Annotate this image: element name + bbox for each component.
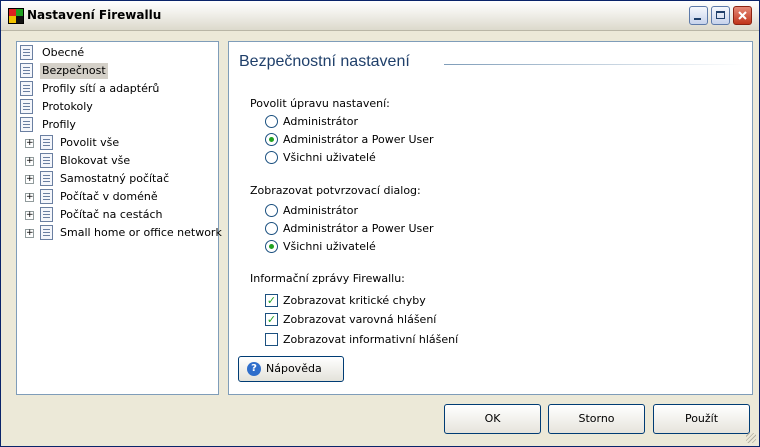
close-icon bbox=[738, 11, 747, 20]
checkbox-checked-icon[interactable]: ✓ bbox=[265, 294, 278, 307]
tree-item-protokoly[interactable]: Protokoly bbox=[20, 99, 95, 115]
tree-item-bezpecnost[interactable]: Bezpečnost bbox=[20, 63, 108, 79]
document-icon bbox=[40, 207, 53, 222]
checkbox-checked-icon[interactable]: ✓ bbox=[265, 313, 278, 326]
option-label: Všichni uživatelé bbox=[283, 151, 376, 164]
radio-selected-icon[interactable] bbox=[265, 240, 278, 253]
help-button-label: Nápověda bbox=[266, 362, 322, 375]
tree-item-label: Povolit vše bbox=[60, 136, 120, 149]
settings-tree[interactable]: Obecné Bezpečnost Profily sítí a adaptér… bbox=[16, 41, 222, 395]
maximize-button[interactable] bbox=[711, 6, 730, 25]
tree-item-label: Počítač v doméně bbox=[60, 190, 158, 203]
tree-item-pocitac-v-domene[interactable]: + Počítač v doméně bbox=[25, 189, 215, 205]
help-button[interactable]: ? Nápověda bbox=[238, 356, 344, 382]
tree-item-blokovat-vse[interactable]: + Blokovat vše bbox=[25, 153, 215, 169]
document-icon bbox=[40, 225, 53, 240]
tree-item-label: Samostatný počítač bbox=[60, 172, 170, 185]
minimize-button[interactable] bbox=[689, 6, 708, 25]
option-label: Administrátor bbox=[283, 204, 358, 217]
firewall-settings-window: Nastavení Firewallu Obecné Bezpečnost Pr… bbox=[0, 0, 760, 447]
document-icon bbox=[20, 63, 33, 78]
document-icon bbox=[40, 189, 53, 204]
cancel-button[interactable]: Storno bbox=[548, 404, 645, 434]
expand-plus-icon[interactable]: + bbox=[25, 229, 34, 238]
expand-plus-icon[interactable]: + bbox=[25, 211, 34, 220]
document-icon bbox=[20, 117, 33, 132]
radio-icon[interactable] bbox=[265, 222, 278, 235]
document-icon bbox=[40, 153, 53, 168]
radio-selected-icon[interactable] bbox=[265, 133, 278, 146]
option-label: Administrátor a Power User bbox=[283, 222, 434, 235]
tree-item-povolit-vse[interactable]: + Povolit vše bbox=[25, 135, 215, 151]
tree-item-profily-siti[interactable]: Profily sítí a adaptérů bbox=[20, 81, 161, 97]
option-label: Administrátor a Power User bbox=[283, 133, 434, 146]
resize-grip-icon[interactable] bbox=[746, 433, 756, 443]
expand-plus-icon[interactable]: + bbox=[25, 175, 34, 184]
tree-item-profily[interactable]: Profily bbox=[20, 117, 78, 133]
document-icon bbox=[20, 45, 33, 60]
confirm-dialog-label: Zobrazovat potvrzovací dialog: bbox=[250, 184, 421, 197]
radio-icon[interactable] bbox=[265, 151, 278, 164]
tree-item-label: Profily bbox=[42, 118, 76, 131]
document-icon bbox=[20, 99, 33, 114]
window-client: Obecné Bezpečnost Profily sítí a adaptér… bbox=[1, 31, 759, 446]
tree-item-samostatny-pocitac[interactable]: + Samostatný počítač bbox=[25, 171, 215, 187]
radio-icon[interactable] bbox=[265, 115, 278, 128]
checkbox-unchecked-icon[interactable] bbox=[265, 333, 278, 346]
tree-item-pocitac-na-cestach[interactable]: + Počítač na cestách bbox=[25, 207, 215, 223]
tree-item-label: Bezpečnost bbox=[40, 63, 108, 79]
firewall-messages-label: Informační zprávy Firewallu: bbox=[250, 272, 405, 285]
expand-plus-icon[interactable]: + bbox=[25, 157, 34, 166]
tree-item-label: Blokovat vše bbox=[60, 154, 131, 167]
option-label: Zobrazovat varovná hlášení bbox=[283, 313, 437, 326]
panel-title: Bezpečnostní nastavení bbox=[239, 53, 410, 70]
tree-item-label: Protokoly bbox=[42, 100, 93, 113]
document-icon bbox=[20, 81, 33, 96]
tree-item-label: Počítač na cestách bbox=[60, 208, 163, 221]
tree-item-label: Profily sítí a adaptérů bbox=[42, 82, 160, 95]
tree-item-obecne[interactable]: Obecné bbox=[20, 45, 86, 61]
tree-item-label: Obecné bbox=[42, 46, 85, 59]
maximize-icon bbox=[716, 11, 725, 19]
option-label: Administrátor bbox=[283, 115, 358, 128]
option-label: Všichni uživatelé bbox=[283, 240, 376, 253]
app-icon bbox=[8, 8, 24, 24]
minimize-icon bbox=[694, 18, 701, 20]
ok-button[interactable]: OK bbox=[444, 404, 541, 434]
expand-plus-icon[interactable]: + bbox=[25, 193, 34, 202]
security-settings-panel: Bezpečnostní nastavení Povolit úpravu na… bbox=[228, 41, 753, 395]
tree-item-small-home-office[interactable]: + Small home or office network bbox=[25, 225, 222, 241]
document-icon bbox=[40, 135, 53, 150]
window-title: Nastavení Firewallu bbox=[27, 8, 162, 22]
option-label: Zobrazovat kritické chyby bbox=[283, 294, 426, 307]
document-icon bbox=[40, 171, 53, 186]
title-divider bbox=[444, 64, 744, 65]
radio-icon[interactable] bbox=[265, 204, 278, 217]
edit-permission-label: Povolit úpravu nastavení: bbox=[250, 97, 390, 110]
close-button[interactable] bbox=[733, 6, 752, 25]
apply-button[interactable]: Použít bbox=[653, 404, 750, 434]
expand-plus-icon[interactable]: + bbox=[25, 139, 34, 148]
title-bar[interactable]: Nastavení Firewallu bbox=[1, 1, 759, 31]
help-icon: ? bbox=[247, 362, 261, 376]
option-label: Zobrazovat informativní hlášení bbox=[283, 333, 459, 346]
tree-item-label: Small home or office network bbox=[60, 226, 222, 239]
